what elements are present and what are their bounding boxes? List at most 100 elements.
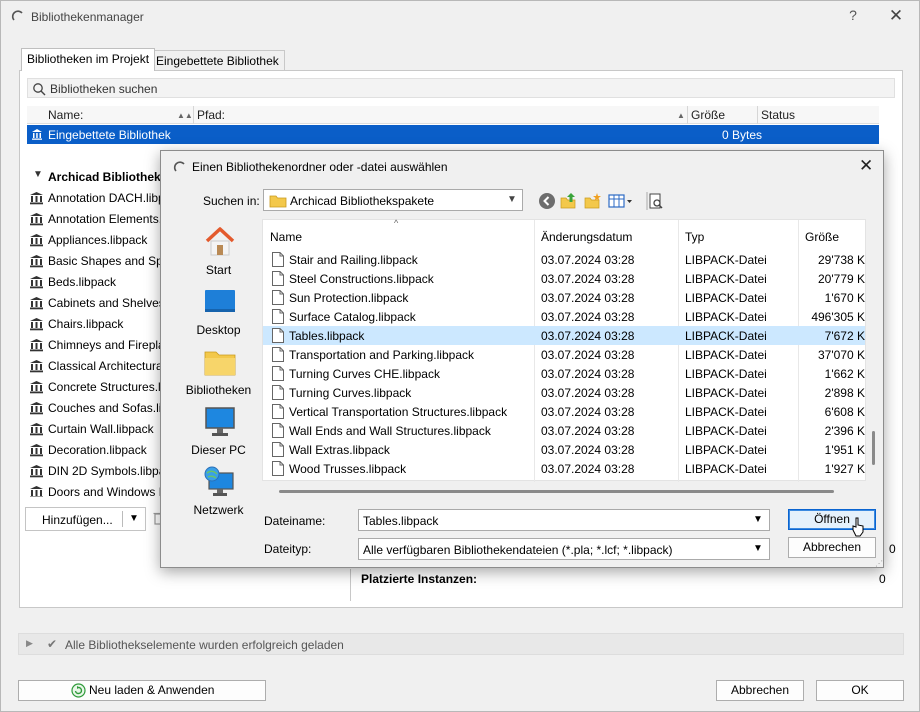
file-row[interactable]: Transportation and Parking.libpack 03.07.… [263,345,865,364]
check-icon: ✔ [47,637,58,651]
column-size[interactable]: Größe [805,230,839,244]
file-row[interactable]: Steel Constructions.libpack 03.07.2024 03… [263,269,865,288]
title-bar[interactable]: Bibliothekenmanager ? ✕ [1,1,919,33]
view-menu-icon[interactable] [608,192,634,210]
place-this-pc[interactable]: Dieser PC [175,405,262,465]
file-row[interactable]: Turning Curves CHE.libpack 03.07.2024 03:… [263,364,865,383]
file-size: 496'305 K [811,310,865,324]
library-search-input[interactable]: Bibliotheken suchen [27,78,895,98]
chevron-right-icon[interactable]: ▶ [26,638,33,649]
tree-item[interactable]: Annotation DACH.libpack [27,190,164,206]
tree-item[interactable]: Basic Shapes and Special.libpack [27,253,164,269]
sort-arrow-icon[interactable]: ▲▲ [177,111,193,120]
file-size: 1'927 K [824,462,865,476]
tree-item[interactable]: Decoration.libpack [27,442,164,458]
preview-icon[interactable] [646,192,664,210]
vertical-scrollbar-thumb[interactable] [872,431,875,465]
close-button[interactable]: ✕ [885,6,907,28]
tab-embedded-library[interactable]: Eingebettete Bibliothek [150,50,285,71]
column-date[interactable]: Änderungsdatum [541,230,632,244]
sort-arrow-icon[interactable]: ▲ [677,111,685,120]
tree-item[interactable]: Appliances.libpack [27,232,164,248]
embedded-library-label: Eingebettete Bibliothek [48,128,171,142]
tree-item-label: Curtain Wall.libpack [48,422,154,436]
column-name[interactable]: Name: [48,108,83,122]
file-icon [272,290,284,305]
file-date: 03.07.2024 03:28 [541,310,635,324]
new-folder-icon[interactable] [584,192,602,210]
cancel-button[interactable]: Abbrechen [716,680,804,701]
place-libraries[interactable]: Bibliotheken [175,345,262,405]
tree-item[interactable]: Chairs.libpack [27,316,164,332]
file-row[interactable]: Sun Protection.libpack 03.07.2024 03:28 LI… [263,288,865,307]
library-icon [30,486,43,497]
file-date: 03.07.2024 03:28 [541,253,635,267]
file-date: 03.07.2024 03:28 [541,443,635,457]
file-row[interactable]: Vertical Transportation Structures.libpa… [263,402,865,421]
tree-item[interactable]: Curtain Wall.libpack [27,421,164,437]
file-row[interactable]: Stair and Railing.libpack 03.07.2024 03:2… [263,250,865,269]
close-button[interactable]: ✕ [859,156,873,176]
file-row[interactable]: Wall Extras.libpack 03.07.2024 03:28 LIBPA… [263,440,865,459]
tree-group-archicad[interactable]: ▼ Archicad Bibliothekspakete [27,169,164,185]
column-status[interactable]: Status [761,108,795,122]
file-size: 1'951 K [824,443,865,457]
tree-item-label: Chairs.libpack [48,317,124,331]
file-row[interactable]: Wall Ends and Wall Structures.libpack 03.… [263,421,865,440]
back-icon[interactable] [538,192,556,210]
tab-libraries-in-project[interactable]: Bibliotheken im Projekt [21,48,156,71]
file-row[interactable]: Surface Catalog.libpack 03.07.2024 03:28 L… [263,307,865,326]
library-icon [30,465,43,478]
status-bar[interactable]: ▶ ✔ Alle Bibliothekselemente wurden erfo… [18,633,904,655]
tree-item[interactable]: Chimneys and Fireplaces.libpack [27,337,164,353]
column-name[interactable]: Name [270,230,302,244]
filetype-select[interactable]: Alle verfügbaren Bibliothekendateien (*.… [358,538,770,560]
chevron-down-icon[interactable]: ▼ [33,169,43,180]
table-row-embedded-library[interactable]: Eingebettete Bibliothek 0 Bytes [27,125,879,144]
resize-grip-icon[interactable]: ⋰ [875,559,883,568]
tree-item-label: Doors and Windows DACH.libpack [48,485,164,497]
file-list[interactable]: Name ^ Änderungsdatum Typ Größe Stair an… [262,218,866,482]
chevron-down-icon[interactable]: ▼ [753,543,763,554]
file-size: 6'608 K [824,405,865,419]
horizontal-scrollbar-thumb[interactable] [279,490,834,493]
tree-item[interactable]: Beds.libpack [27,274,164,290]
tree-item[interactable]: Annotation Elements.libpack [27,211,164,227]
chevron-down-icon[interactable]: ▼ [129,513,139,524]
file-name: Steel Constructions.libpack [289,272,434,286]
column-size[interactable]: Größe [691,108,725,122]
tree-item[interactable]: DIN 2D Symbols.libpack [27,463,164,479]
column-type[interactable]: Typ [685,230,704,244]
chevron-down-icon[interactable]: ▼ [753,514,763,525]
tree-item[interactable]: Cabinets and Shelves.libpack [27,295,164,311]
tree-item-label: Appliances.libpack [48,233,148,247]
file-date: 03.07.2024 03:28 [541,291,635,305]
up-folder-icon[interactable] [560,192,578,210]
file-row[interactable]: Wood Trusses.libpack 03.07.2024 03:28 LIBP… [263,459,865,478]
look-in-select[interactable]: Archicad Bibliothekspakete ▼ [263,189,523,211]
place-start[interactable]: Start [175,225,262,285]
library-icon [30,318,43,331]
place-network[interactable]: Netzwerk [175,465,262,525]
reload-apply-button[interactable]: Neu laden & Anwenden [18,680,266,701]
filename-input[interactable]: Tables.libpack ▼ [358,509,770,531]
chevron-down-icon[interactable]: ▼ [507,194,517,205]
tree-item[interactable]: Couches and Sofas.libpack [27,400,164,416]
tree-item[interactable]: Classical Architectural Elements.libpack [27,358,164,374]
file-row[interactable]: Turning Curves.libpack 03.07.2024 03:28 LI… [263,383,865,402]
tree-item-label: Chimneys and Fireplaces.libpack [48,338,164,352]
tree-item-label: Decoration.libpack [48,443,147,457]
cancel-button[interactable]: Abbrechen [788,537,876,558]
help-button[interactable]: ? [843,7,863,27]
file-type: LIBPACK-Datei [685,348,767,362]
column-path[interactable]: Pfad: [197,108,225,122]
file-row[interactable]: Tables.libpack 03.07.2024 03:28 LIBPACK-Da… [263,326,865,345]
place-desktop[interactable]: Desktop [175,285,262,345]
look-in-value: Archicad Bibliothekspakete [290,194,435,208]
add-library-button[interactable]: Hinzufügen... ▼ [25,507,146,531]
tree-item[interactable]: Doors and Windows DACH.libpack [27,484,164,497]
dialog-title: Einen Bibliothekenordner oder -datei aus… [192,160,448,174]
ok-button[interactable]: OK [816,680,904,701]
tree-item[interactable]: Concrete Structures.libpack [27,379,164,395]
tree-item-label: Concrete Structures.libpack [48,380,164,394]
